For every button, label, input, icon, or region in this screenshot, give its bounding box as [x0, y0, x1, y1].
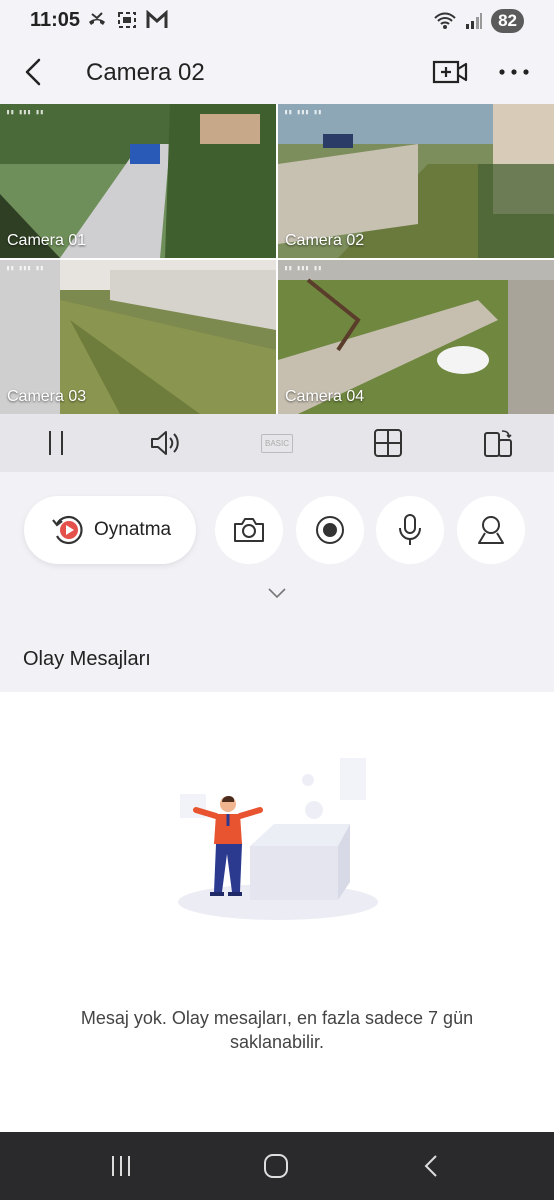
camera-osd: ▮▮ ▮▮▮ ▮▮: [6, 109, 44, 117]
add-camera-icon[interactable]: [432, 57, 468, 87]
camera-tile-3[interactable]: ▮▮ ▮▮▮ ▮▮ Camera 03: [0, 260, 276, 414]
status-time: 11:05: [30, 9, 81, 31]
status-system-icons: 82: [433, 9, 524, 33]
gmail-icon: [146, 10, 168, 28]
system-back-icon: [424, 1155, 437, 1177]
camera-grid: ▮▮ ▮▮▮ ▮▮ Camera 01 ▮▮ ▮▮▮ ▮▮ Camera 02 …: [0, 104, 554, 414]
quality-button[interactable]: BASIC: [260, 427, 294, 459]
speaker-icon: [151, 431, 179, 455]
section-title-events: Olay Mesajları: [23, 648, 151, 670]
quality-label: BASIC: [260, 433, 293, 453]
wifi-icon: [434, 12, 456, 29]
live-control-bar: BASIC: [0, 414, 554, 472]
status-bar: 11:05 82: [0, 0, 554, 42]
action-panel: Oynatma Olay Mesajları: [0, 472, 554, 692]
app-bar: Camera 02: [0, 42, 554, 104]
status-notification-icons: [86, 10, 168, 30]
playback-label: Oynatma: [94, 519, 172, 540]
split-view-button[interactable]: [371, 427, 405, 459]
recents-icon: [112, 1156, 130, 1176]
record-icon: [316, 516, 344, 544]
pause-icon: [49, 431, 63, 455]
split-view-icon: [374, 429, 402, 457]
snapshot-button[interactable]: [215, 496, 283, 564]
screenshot-icon: [118, 12, 136, 28]
microphone-icon: [399, 514, 421, 545]
page-title: Camera 02: [86, 59, 205, 86]
camera-osd: ▮▮ ▮▮▮ ▮▮: [284, 265, 322, 273]
empty-box-illustration: [178, 758, 378, 920]
back-icon[interactable]: [18, 56, 50, 88]
more-icon[interactable]: [496, 57, 532, 87]
camera-tile-4[interactable]: ▮▮ ▮▮▮ ▮▮ Camera 04: [278, 260, 554, 414]
talk-button[interactable]: [376, 496, 444, 564]
playback-icon: [52, 515, 83, 545]
playback-button[interactable]: Oynatma: [24, 496, 196, 564]
missed-call-icon: [89, 12, 105, 25]
system-back-button[interactable]: [416, 1152, 446, 1180]
camera-label: Camera 04: [285, 388, 365, 405]
recents-button[interactable]: [106, 1152, 136, 1180]
system-navigation-bar: [0, 1132, 554, 1200]
pause-button[interactable]: [39, 427, 73, 459]
battery-indicator: 82: [491, 9, 524, 33]
sound-button[interactable]: [149, 427, 183, 459]
camera-label: Camera 02: [285, 232, 365, 249]
camera-osd: ▮▮ ▮▮▮ ▮▮: [284, 109, 322, 117]
camera-tile-1[interactable]: ▮▮ ▮▮▮ ▮▮ Camera 01: [0, 104, 276, 258]
event-messages-panel: Mesaj yok. Olay mesajları, en fazla sade…: [0, 692, 554, 1132]
camera-osd: ▮▮ ▮▮▮ ▮▮: [6, 265, 44, 273]
camera-label: Camera 03: [7, 388, 87, 405]
rotate-screen-icon: [484, 430, 512, 457]
ptz-icon: [478, 516, 504, 544]
chevron-down-icon[interactable]: [266, 586, 288, 600]
camera-icon: [234, 518, 264, 542]
camera-tile-2[interactable]: ▮▮ ▮▮▮ ▮▮ Camera 02: [278, 104, 554, 258]
record-button[interactable]: [296, 496, 364, 564]
rotate-screen-button[interactable]: [481, 427, 515, 459]
ptz-button[interactable]: [457, 496, 525, 564]
signal-icon: [466, 13, 483, 29]
camera-label: Camera 01: [7, 232, 87, 249]
home-icon: [264, 1154, 288, 1178]
empty-state-message: Mesaj yok. Olay mesajları, en fazla sade…: [80, 1008, 474, 1052]
home-button[interactable]: [261, 1152, 291, 1180]
